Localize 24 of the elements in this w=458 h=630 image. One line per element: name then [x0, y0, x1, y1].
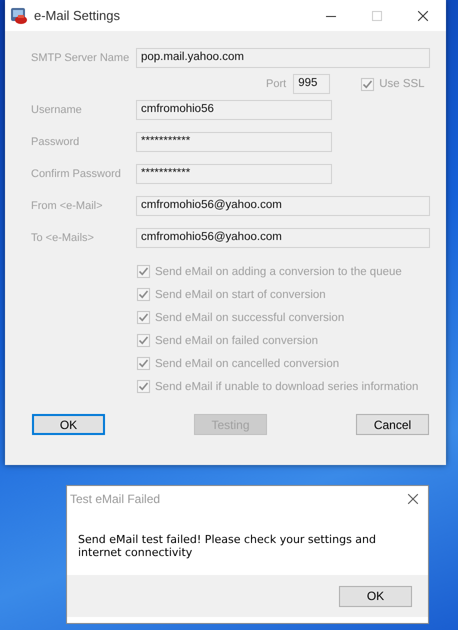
field-label: Confirm Password [31, 168, 122, 180]
checkbox-label: Send eMail on successful conversion [155, 312, 344, 324]
ok-button[interactable]: OK [339, 586, 412, 606]
dialog-button[interactable]: Cancel [356, 414, 429, 435]
checkbox-label: Send eMail on cancelled conversion [155, 358, 340, 370]
field-label: SMTP Server Name [31, 52, 130, 64]
dialog-button[interactable]: OK [32, 414, 105, 435]
app-icon [10, 6, 28, 24]
maximize-icon [372, 10, 382, 20]
field-label: Password [31, 136, 80, 148]
dialog-message: Send eMail test failed! Please check your settings and internet connectivity [77, 532, 377, 561]
dialog-title: Test eMail Failed [70, 492, 160, 506]
checkbox-label: Use SSL [379, 78, 425, 90]
field-label: From <e-Mail> [31, 200, 104, 212]
checkbox-label: Send eMail on adding a conversion to the queue [155, 266, 402, 278]
close-icon [418, 10, 428, 20]
window-title: e-Mail Settings [34, 8, 120, 23]
checkbox-label: Send eMail if unable to download series information [155, 380, 418, 392]
field-label: Port [266, 78, 286, 90]
checkbox-label: Send eMail on failed conversion [155, 334, 318, 346]
close-icon [408, 494, 418, 504]
field-label: Username [31, 104, 83, 116]
checkbox-label: Send eMail on start of conversion [155, 288, 326, 300]
field-label: To <e-Mails> [31, 232, 95, 244]
